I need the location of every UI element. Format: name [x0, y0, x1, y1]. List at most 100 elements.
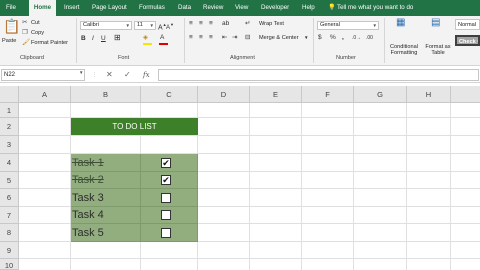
formula-input[interactable]: [158, 69, 479, 81]
align-top-icon[interactable]: ≡: [189, 20, 193, 28]
task-label: Task 3: [72, 192, 104, 204]
merge-center-button[interactable]: Merge & Center: [259, 35, 298, 42]
fill-color-swatch: [143, 43, 152, 45]
clipboard-group-label: Clipboard: [20, 55, 44, 61]
column-header-b[interactable]: B: [71, 86, 141, 103]
divider: [384, 18, 385, 63]
align-bottom-icon[interactable]: ≡: [209, 20, 213, 28]
font-color-swatch: [159, 43, 168, 45]
font-group-label: Font: [118, 55, 130, 61]
task-checkbox[interactable]: ✔: [161, 158, 171, 168]
chevron-down-icon: ▼: [149, 23, 154, 28]
chevron-down-icon[interactable]: ▼: [304, 34, 308, 42]
tab-home[interactable]: Home: [29, 0, 56, 16]
italic-icon[interactable]: I: [92, 35, 94, 43]
wrap-text-icon: ↵: [245, 20, 251, 27]
column-header-f[interactable]: F: [302, 86, 354, 103]
tab-view[interactable]: View: [235, 0, 248, 16]
number-format-select[interactable]: General ▼: [317, 21, 379, 30]
insert-function-icon[interactable]: fx: [143, 69, 150, 81]
clipboard-paste-icon[interactable]: 📋: [3, 18, 20, 34]
bold-icon[interactable]: B: [81, 35, 86, 43]
copy-button[interactable]: Copy: [31, 30, 44, 37]
confirm-entry-icon[interactable]: ✓: [124, 69, 131, 81]
tab-file[interactable]: File: [6, 0, 16, 16]
orientation-icon[interactable]: ab: [222, 20, 229, 28]
fill-color-icon[interactable]: ◈: [143, 34, 148, 42]
row-header-7[interactable]: 7: [0, 207, 19, 224]
increase-decimal-icon[interactable]: .0→: [352, 34, 361, 42]
ribbon-tab-bar: File Home Insert Page Layout Formulas Da…: [0, 0, 480, 16]
task-checkbox[interactable]: [161, 193, 171, 203]
ribbon-home: 📋 Paste ✂ Cut ❐ Copy 🖌 Format Painter Cl…: [0, 16, 480, 66]
scissors-icon: ✂: [22, 19, 28, 26]
column-header-a[interactable]: A: [19, 86, 71, 103]
decrease-decimal-icon[interactable]: .00: [366, 34, 373, 42]
format-as-table-button[interactable]: Format as Table: [424, 44, 452, 56]
column-header-h[interactable]: H: [407, 86, 451, 103]
underline-icon[interactable]: U: [101, 35, 106, 43]
tab-data[interactable]: Data: [178, 0, 191, 16]
divider: [76, 18, 77, 63]
align-center-icon[interactable]: ≡: [199, 34, 203, 42]
tab-insert[interactable]: Insert: [64, 0, 79, 16]
gridline: [353, 103, 354, 270]
task-checkbox[interactable]: [161, 228, 171, 238]
alignment-group-label: Alignment: [230, 55, 255, 61]
font-color-icon[interactable]: A: [160, 34, 164, 42]
task-checkbox[interactable]: ✔: [161, 175, 171, 185]
row-header-4[interactable]: 4: [0, 154, 19, 172]
tab-review[interactable]: Review: [203, 0, 223, 16]
format-painter-button[interactable]: Format Painter: [31, 40, 68, 47]
gridline: [406, 103, 407, 270]
tab-developer[interactable]: Developer: [261, 0, 289, 16]
tab-page-layout[interactable]: Page Layout: [92, 0, 127, 16]
font-name-select[interactable]: Calibri ▼: [80, 21, 132, 30]
increase-indent-icon[interactable]: ⇥: [232, 34, 237, 42]
gridline: [450, 103, 451, 270]
cancel-entry-icon[interactable]: ✕: [106, 69, 113, 81]
conditional-formatting-button[interactable]: Conditional Formatting: [386, 44, 422, 56]
row-header-2[interactable]: 2: [0, 118, 19, 136]
align-left-icon[interactable]: ≡: [189, 34, 193, 42]
cell-style-normal[interactable]: Normal: [455, 19, 480, 30]
percent-format-icon[interactable]: %: [330, 34, 336, 42]
align-middle-icon[interactable]: ≡: [199, 20, 203, 28]
paste-button[interactable]: Paste: [2, 38, 16, 45]
task-checkbox[interactable]: [161, 210, 171, 220]
column-header-e[interactable]: E: [250, 86, 302, 103]
tell-me-search[interactable]: Tell me what you want to do: [337, 0, 413, 16]
select-all-corner[interactable]: [0, 86, 19, 103]
column-header-g[interactable]: G: [354, 86, 407, 103]
tab-help[interactable]: Help: [302, 0, 315, 16]
name-box[interactable]: N22: [1, 69, 85, 81]
formula-bar: N22 ▼ ⋮ ✕ ✓ fx: [0, 67, 480, 83]
borders-icon[interactable]: ⊞: [114, 34, 121, 42]
chevron-down-icon: ▼: [125, 23, 130, 28]
currency-format-icon[interactable]: $: [318, 34, 322, 42]
gridline: [301, 103, 302, 270]
cell-style-check-cell[interactable]: Check C: [455, 35, 480, 46]
font-size-select[interactable]: 11 ▼: [134, 21, 156, 30]
todo-list-title[interactable]: TO DO LIST: [71, 118, 198, 135]
row-header-5[interactable]: 5: [0, 172, 19, 189]
wrap-text-button[interactable]: Wrap Text: [259, 21, 284, 28]
comma-style-icon[interactable]: ,: [342, 34, 344, 42]
tab-formulas[interactable]: Formulas: [139, 0, 165, 16]
row-header-3[interactable]: 3: [0, 136, 19, 154]
decrease-indent-icon[interactable]: ⇤: [222, 34, 227, 42]
divider: [313, 18, 314, 63]
row-header-9[interactable]: 9: [0, 242, 19, 259]
task-label: Task 2: [72, 174, 104, 186]
column-header-d[interactable]: D: [198, 86, 250, 103]
cut-button[interactable]: Cut: [31, 20, 40, 27]
row-header-6[interactable]: 6: [0, 189, 19, 207]
decrease-font-icon[interactable]: A▼: [166, 21, 174, 32]
task-label: Task 1: [72, 157, 104, 169]
chevron-down-icon[interactable]: ▼: [79, 70, 83, 75]
align-right-icon[interactable]: ≡: [209, 34, 213, 42]
column-header-c[interactable]: C: [141, 86, 198, 103]
row-header-10[interactable]: 10: [0, 259, 19, 270]
row-header-8[interactable]: 8: [0, 224, 19, 242]
row-header-1[interactable]: 1: [0, 103, 19, 118]
